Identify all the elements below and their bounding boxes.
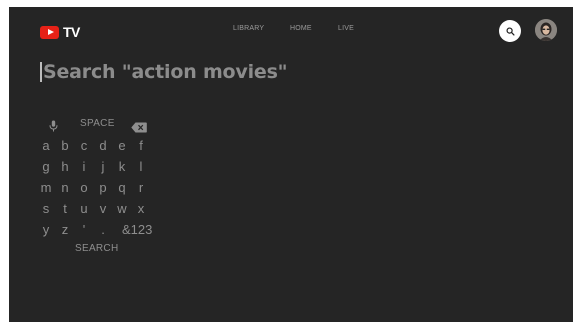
key-w[interactable]: w [112,201,132,216]
keyboard-top-row: SPACE [9,117,209,133]
nav-live[interactable]: LIVE [338,25,354,32]
key-s[interactable]: s [36,201,56,216]
search-query-field[interactable]: Search "action movies" [40,61,288,83]
key-t[interactable]: t [55,201,75,216]
key-r[interactable]: r [131,180,151,195]
key-o[interactable]: o [74,180,94,195]
search-button[interactable] [499,20,521,42]
key-f[interactable]: f [131,138,151,153]
key-n[interactable]: n [55,180,75,195]
key-e[interactable]: e [112,138,132,153]
key-c[interactable]: c [74,138,94,153]
microphone-icon [49,120,58,132]
user-avatar-icon [535,19,557,41]
key-j[interactable]: j [93,159,113,174]
key-p[interactable]: p [93,180,113,195]
key-u[interactable]: u [74,201,94,216]
nav-library[interactable]: LIBRARY [233,25,264,32]
key-y[interactable]: y [36,222,56,237]
nav-home[interactable]: HOME [290,25,312,32]
search-query-text: Search "action movies" [43,61,288,83]
text-caret [40,62,42,82]
key-g[interactable]: g [36,159,56,174]
mic-button[interactable] [49,117,58,136]
avatar[interactable] [535,19,557,41]
key-symbols[interactable]: &123 [122,222,162,237]
search-submit-key[interactable]: SEARCH [75,243,118,254]
key-i[interactable]: i [74,159,94,174]
backspace-button[interactable] [131,118,147,137]
key-m[interactable]: m [36,180,56,195]
tv-screen: TV LIBRARY HOME LIVE Search "action movi… [9,7,573,322]
key-apostrophe[interactable]: ' [74,222,94,237]
key-l[interactable]: l [131,159,151,174]
key-a[interactable]: a [36,138,56,153]
key-period[interactable]: . [93,222,113,237]
key-v[interactable]: v [93,201,113,216]
key-b[interactable]: b [55,138,75,153]
space-key[interactable]: SPACE [80,118,115,129]
key-q[interactable]: q [112,180,132,195]
key-z[interactable]: z [55,222,75,237]
search-icon [505,26,515,36]
backspace-icon [131,122,147,133]
top-nav: LIBRARY HOME LIVE [9,25,573,37]
key-k[interactable]: k [112,159,132,174]
key-h[interactable]: h [55,159,75,174]
key-d[interactable]: d [93,138,113,153]
key-x[interactable]: x [131,201,151,216]
